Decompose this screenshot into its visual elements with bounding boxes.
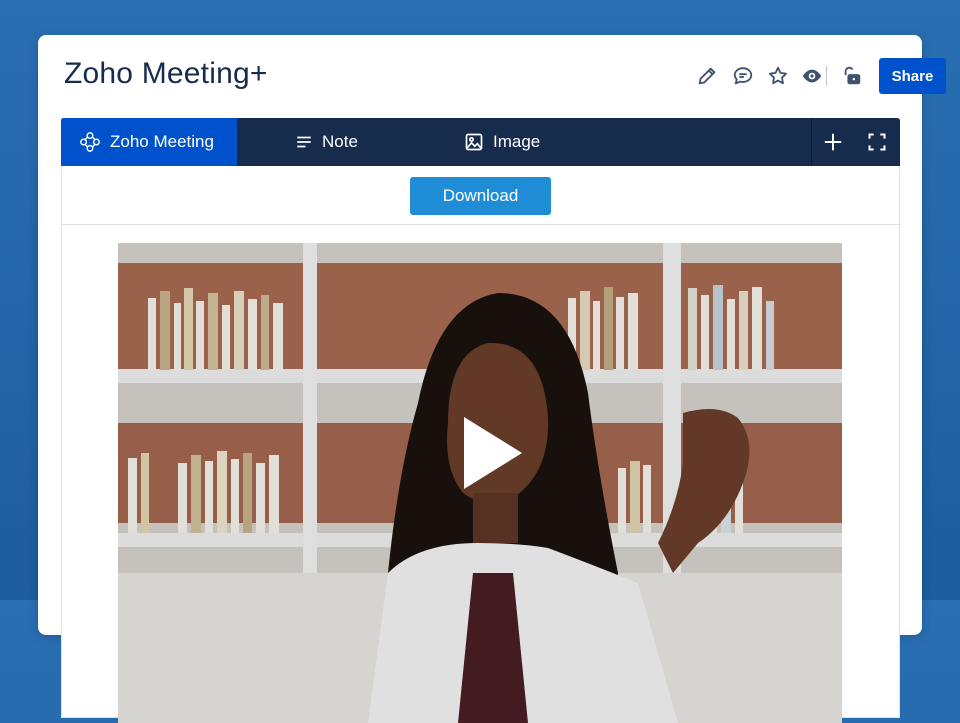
page-card: Zoho Meeting+ Share Zoho Meet (38, 35, 922, 635)
fullscreen-icon[interactable] (865, 130, 889, 154)
lines-icon (295, 133, 313, 151)
share-button[interactable]: Share (879, 58, 946, 94)
meeting-recording-video[interactable] (118, 243, 842, 723)
toolbar-divider (826, 66, 827, 86)
tabbar-divider (811, 118, 812, 166)
play-icon[interactable] (456, 413, 526, 493)
tabbar-actions (811, 118, 900, 166)
comment-icon[interactable] (731, 64, 755, 88)
tab-note[interactable]: Note (295, 118, 358, 166)
star-icon[interactable] (766, 64, 790, 88)
pencil-icon[interactable] (695, 64, 719, 88)
macro-tabbar: Zoho Meeting Note Image (61, 118, 900, 166)
tab-label: Note (322, 132, 358, 152)
tab-zoho-meeting[interactable]: Zoho Meeting (61, 118, 237, 166)
tab-label: Zoho Meeting (110, 132, 214, 152)
tab-label: Image (493, 132, 540, 152)
download-button[interactable]: Download (410, 177, 551, 215)
zoho-meeting-macro: Zoho Meeting Note Image (61, 118, 900, 718)
eye-icon[interactable] (800, 64, 824, 88)
unlock-icon[interactable] (840, 64, 864, 88)
zoho-meeting-icon (79, 131, 101, 153)
tab-image[interactable]: Image (464, 118, 540, 166)
page-toolbar: Share (522, 58, 922, 94)
image-icon (464, 132, 484, 152)
download-row: Download (62, 166, 899, 225)
plus-icon[interactable] (821, 130, 845, 154)
page-title: Zoho Meeting+ (64, 57, 268, 91)
